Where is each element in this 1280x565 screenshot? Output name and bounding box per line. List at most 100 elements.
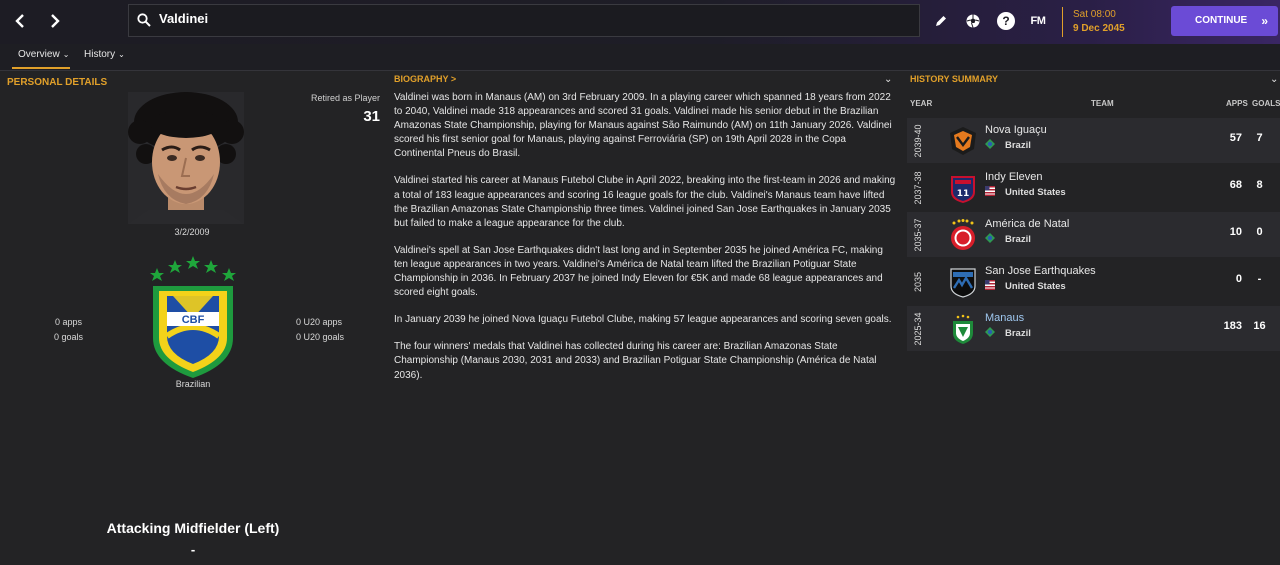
chevron-down-icon: ⌄ <box>118 50 125 59</box>
history-year-cell: 2025-34 <box>907 306 929 351</box>
badge-text: CBF <box>181 314 205 326</box>
nationality[interactable]: Brazilian <box>160 379 226 389</box>
tab-history-label: History <box>84 49 116 60</box>
biography-title-link[interactable]: BIOGRAPHY > <box>394 74 456 84</box>
table-row[interactable]: 2035-37 América de Natal Brazil 10 0 <box>907 212 1280 257</box>
col-year-header[interactable]: YEAR <box>910 99 932 108</box>
search-box[interactable]: Valdinei <box>128 4 920 37</box>
history-goals: 0 <box>1256 226 1263 238</box>
u20-apps: 0 U20 apps <box>296 317 343 327</box>
edit-button[interactable] <box>932 12 950 30</box>
table-row[interactable]: 2037-38 11 Indy Eleven United States 68 … <box>907 165 1280 210</box>
team-nation[interactable]: Brazil <box>985 233 1031 245</box>
team-nation[interactable]: Brazil <box>985 327 1031 339</box>
forward-button[interactable] <box>43 10 65 32</box>
retired-label: Retired as Player <box>310 93 380 103</box>
team-nation[interactable]: United States <box>985 186 1066 198</box>
biography-paragraph: Valdinei's spell at San Jose Earthquakes… <box>394 244 883 299</box>
col-goals-header[interactable]: GOALS <box>1252 99 1280 108</box>
help-button[interactable]: ? <box>997 12 1015 30</box>
chevron-right-icon: > <box>450 74 457 84</box>
chevron-down-icon[interactable]: ⌄ <box>1270 74 1278 85</box>
history-year-cell: 2037-38 <box>907 165 929 210</box>
team-name-link[interactable]: San Jose Earthquakes <box>985 265 1096 277</box>
indy-eleven-crest-icon[interactable]: 11 <box>948 172 978 204</box>
back-button[interactable] <box>10 10 32 32</box>
usa-flag-icon <box>985 186 995 196</box>
history-year: 2039-40 <box>913 123 923 158</box>
personal-details-title[interactable]: PERSONAL DETAILS <box>7 77 107 88</box>
top-bar: Valdinei ? FM Sat 08:00 9 Dec 2045 CONTI… <box>0 0 1280 44</box>
biography-paragraph: The four winners' medals that Valdinei h… <box>394 341 877 381</box>
history-year: 2035 <box>913 271 923 292</box>
team-nation-name: United States <box>1005 281 1066 292</box>
senior-apps: 0 apps <box>55 317 83 327</box>
team-nation-name: Brazil <box>1005 328 1031 339</box>
active-tab-indicator <box>12 67 70 69</box>
u20-goals: 0 U20 goals <box>296 332 345 342</box>
chevron-down-icon[interactable]: ⌄ <box>884 74 892 85</box>
team-name-link[interactable]: Nova Iguaçu <box>985 124 1047 136</box>
brazil-flag-icon <box>985 233 995 243</box>
history-year: 2035-37 <box>913 217 923 252</box>
double-chevron-right-icon: » <box>1261 14 1268 28</box>
football-icon <box>966 14 980 28</box>
senior-goals: 0 goals <box>54 332 84 342</box>
team-nation[interactable]: United States <box>985 280 1066 292</box>
history-year: 2037-38 <box>913 170 923 205</box>
fm-logo[interactable]: FM <box>1027 12 1049 30</box>
tab-overview-label: Overview <box>18 49 60 60</box>
history-apps: 0 <box>1235 273 1242 285</box>
brazil-flag-icon <box>985 139 995 149</box>
game-date[interactable]: Sat 08:00 9 Dec 2045 <box>1062 7 1162 37</box>
col-apps-header[interactable]: APPS <box>1226 99 1248 108</box>
history-goals: - <box>1257 273 1262 285</box>
history-year-cell: 2035 <box>907 259 929 304</box>
continue-button[interactable]: CONTINUE » <box>1171 6 1278 36</box>
team-nation-name: Brazil <box>1005 234 1031 245</box>
match-button[interactable] <box>964 12 982 30</box>
history-goals: 7 <box>1256 132 1263 144</box>
cbf-badge: CBF <box>147 256 239 378</box>
table-row[interactable]: 2035 San Jose Earthquakes United States … <box>907 259 1280 304</box>
biography-paragraph: In January 2039 he joined Nova Iguaçu Fu… <box>394 314 892 326</box>
manaus-crest-icon[interactable] <box>948 313 978 345</box>
history-year-cell: 2035-37 <box>907 212 929 257</box>
retired-age: 31 <box>363 108 380 125</box>
date-day: Sat 08:00 <box>1073 9 1116 20</box>
player-face <box>128 92 244 224</box>
nova-iguacu-crest-icon[interactable] <box>948 125 978 157</box>
history-year: 2025-34 <box>913 311 923 346</box>
tab-history[interactable]: History ⌄ <box>84 49 125 60</box>
biography-text: Valdinei was born in Manaus (AM) on 3rd … <box>394 91 896 396</box>
search-icon <box>137 13 151 27</box>
player-position: Attacking Midfielder (Left) <box>106 520 280 536</box>
history-apps: 183 <box>1223 320 1242 332</box>
chevron-right-icon <box>51 14 60 28</box>
chevron-down-icon: ⌄ <box>62 50 70 59</box>
svg-text:11: 11 <box>957 189 970 199</box>
brazil-flag-icon <box>985 327 995 337</box>
chevron-left-icon <box>15 14 24 28</box>
history-apps: 68 <box>1229 179 1242 191</box>
date-of-birth: 3/2/2009 <box>174 227 210 237</box>
tab-bar: Overview ⌄ History ⌄ <box>0 44 1280 71</box>
team-name-link[interactable]: Manaus <box>985 312 1024 324</box>
history-goals: 16 <box>1253 320 1266 332</box>
table-row[interactable]: 2025-34 Manaus Brazil 183 16 <box>907 306 1280 351</box>
team-name-link[interactable]: América de Natal <box>985 218 1069 230</box>
player-position-sub: - <box>190 542 196 557</box>
biography-paragraph: Valdinei was born in Manaus (AM) on 3rd … <box>394 92 892 160</box>
tab-overview[interactable]: Overview ⌄ <box>18 49 69 60</box>
team-nation[interactable]: Brazil <box>985 139 1031 151</box>
team-name-link[interactable]: Indy Eleven <box>985 171 1042 183</box>
table-row[interactable]: 2039-40 Nova Iguaçu Brazil 57 7 <box>907 118 1280 163</box>
san-jose-earthquakes-crest-icon[interactable] <box>948 266 978 298</box>
search-input[interactable]: Valdinei <box>159 11 208 26</box>
date-full: 9 Dec 2045 <box>1073 23 1125 34</box>
col-team-header[interactable]: TEAM <box>1091 99 1114 108</box>
history-apps: 57 <box>1229 132 1242 144</box>
america-de-natal-crest-icon[interactable] <box>948 219 978 251</box>
history-summary-title[interactable]: HISTORY SUMMARY <box>910 74 998 84</box>
team-nation-name: United States <box>1005 187 1066 198</box>
